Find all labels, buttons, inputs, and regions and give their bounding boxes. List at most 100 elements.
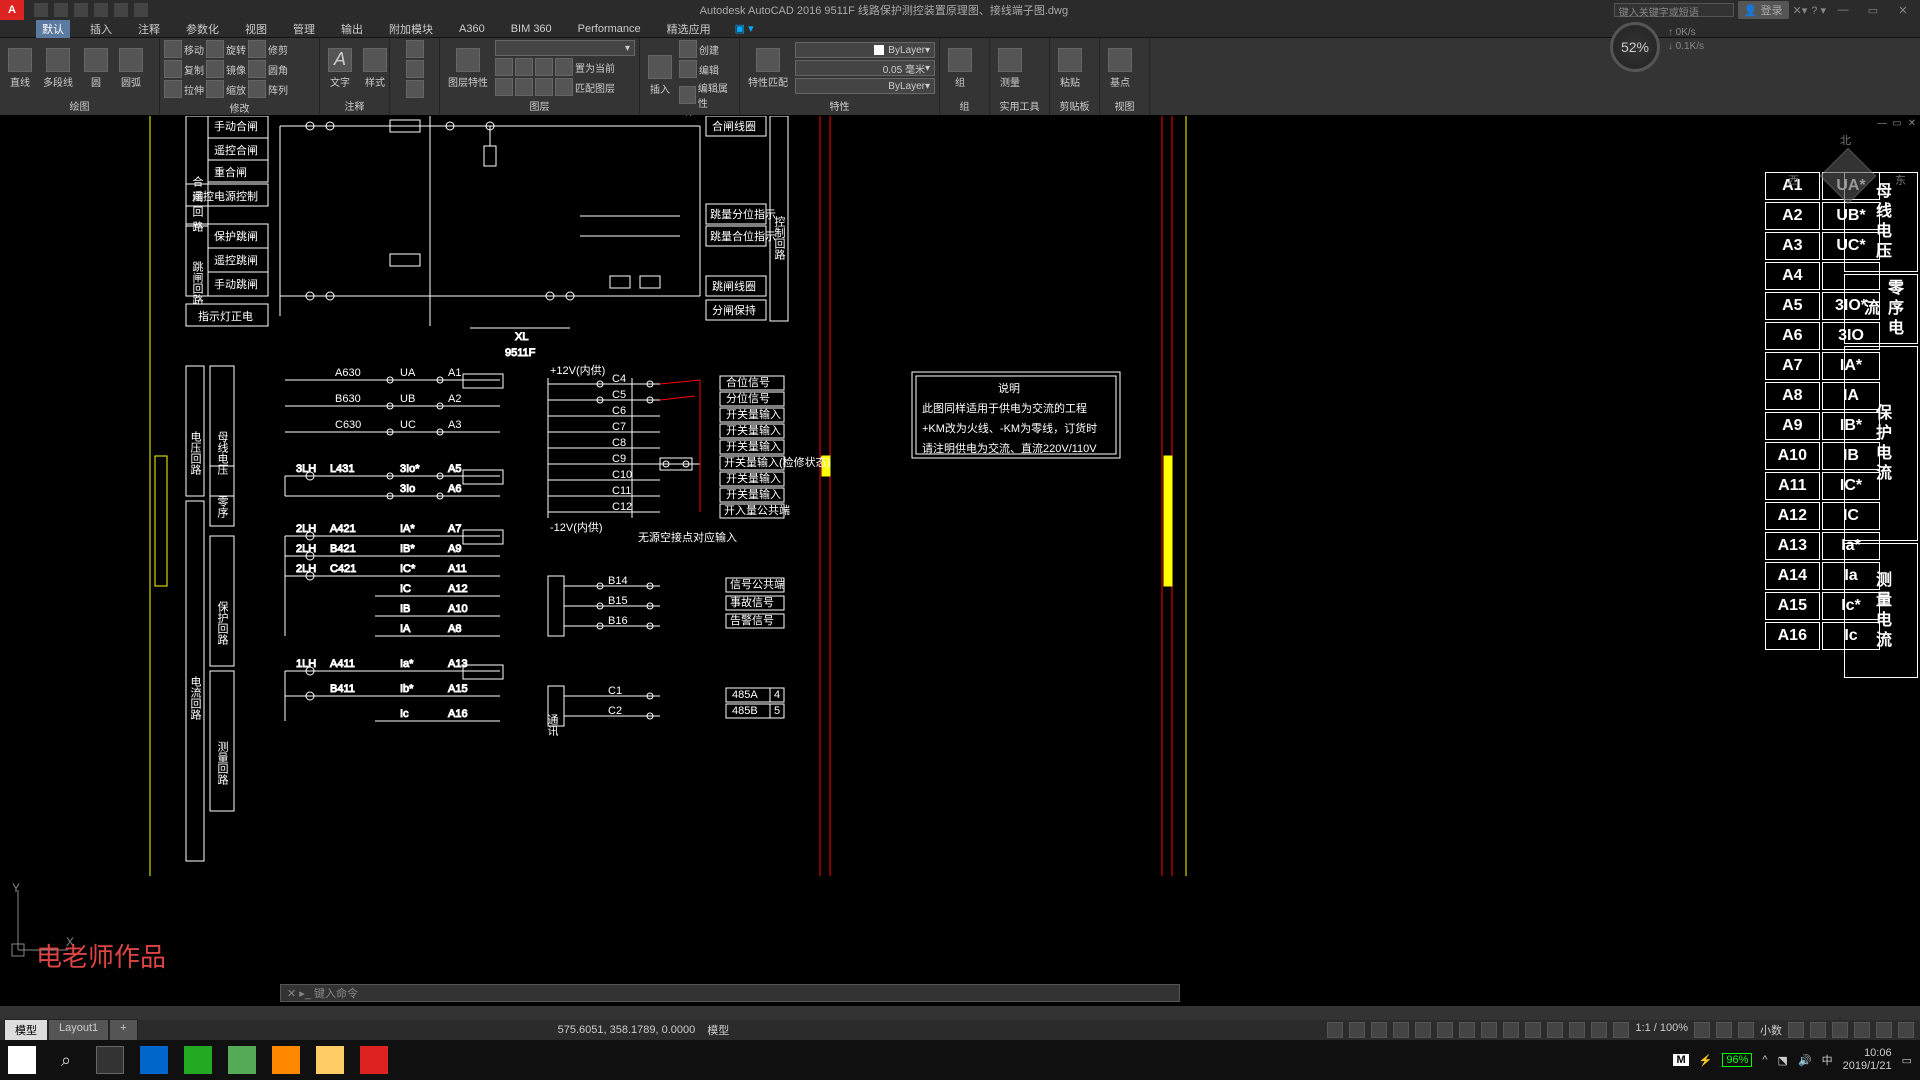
color-dropdown[interactable]: ByLayer ▾: [795, 42, 935, 58]
tab-manage[interactable]: 管理: [287, 20, 321, 38]
tab-model[interactable]: 模型: [4, 1019, 48, 1041]
tab-layout1[interactable]: Layout1: [48, 1019, 109, 1041]
lineweight-dropdown[interactable]: 0.05 毫米 ▾: [795, 60, 935, 76]
group-button[interactable]: 组: [944, 46, 976, 91]
linetype-dropdown[interactable]: ByLayer ▾: [795, 78, 935, 94]
linetype-dd[interactable]: [406, 40, 424, 58]
maximize-button[interactable]: ▭: [1860, 1, 1886, 19]
circle-button[interactable]: 圆: [80, 46, 112, 91]
tray-ime-icon[interactable]: 中: [1822, 1052, 1833, 1068]
tb-explorer[interactable]: [308, 1040, 352, 1080]
array-icon[interactable]: [248, 80, 266, 98]
tb-app2[interactable]: [220, 1040, 264, 1080]
tray-vol-icon[interactable]: 🔊: [1798, 1054, 1812, 1067]
tray-up-icon[interactable]: ^: [1762, 1054, 1767, 1066]
otrack-toggle-icon[interactable]: [1437, 1022, 1453, 1038]
arc-button[interactable]: 圆弧: [115, 46, 147, 91]
dim-dd[interactable]: [406, 60, 424, 78]
polyline-button[interactable]: 多段线: [39, 46, 77, 91]
gizmo-icon[interactable]: [1613, 1022, 1629, 1038]
tab-insert[interactable]: 插入: [84, 20, 118, 38]
lwt-toggle-icon[interactable]: [1459, 1022, 1475, 1038]
app-logo[interactable]: A: [0, 0, 24, 20]
tab-default[interactable]: 默认: [36, 20, 70, 38]
lock-ui-icon[interactable]: [1810, 1022, 1826, 1038]
copy-icon[interactable]: [164, 60, 182, 78]
tray-battery[interactable]: 96%: [1722, 1053, 1752, 1067]
table-dd[interactable]: [406, 80, 424, 98]
tray-power-icon[interactable]: ⚡: [1699, 1054, 1713, 1067]
quick-props-icon[interactable]: [1788, 1022, 1804, 1038]
ortho-toggle-icon[interactable]: [1371, 1022, 1387, 1038]
mirror-icon[interactable]: [206, 60, 224, 78]
close-button[interactable]: ✕: [1890, 1, 1916, 19]
qat-save-icon[interactable]: [74, 3, 88, 17]
insert-button[interactable]: 插入: [644, 53, 676, 98]
qprops-icon[interactable]: [1569, 1022, 1585, 1038]
trim-icon[interactable]: [248, 40, 266, 58]
osnap-toggle-icon[interactable]: [1415, 1022, 1431, 1038]
taskview-icon[interactable]: [88, 1040, 132, 1080]
tab-addins[interactable]: 附加模块: [383, 20, 439, 38]
clean-screen-icon[interactable]: [1876, 1022, 1892, 1038]
dyn-input-icon[interactable]: [1547, 1022, 1563, 1038]
tray-clock[interactable]: 10:062019/1/21: [1843, 1047, 1892, 1073]
workspace-icon[interactable]: [1716, 1022, 1732, 1038]
anno-scale[interactable]: 1:1 / 100%: [1635, 1022, 1688, 1038]
minimize-button[interactable]: —: [1830, 1, 1856, 19]
tab-view[interactable]: 视图: [239, 20, 273, 38]
qat-print-icon[interactable]: [134, 3, 148, 17]
tray-net-icon[interactable]: ⬔: [1778, 1054, 1788, 1067]
search-input[interactable]: 键入关键字或短语: [1614, 3, 1734, 17]
tb-app3[interactable]: [264, 1040, 308, 1080]
help-icon[interactable]: ? ▾: [1811, 4, 1826, 17]
isolate-icon[interactable]: [1832, 1022, 1848, 1038]
anno-monitor-icon[interactable]: [1738, 1022, 1754, 1038]
tab-extra-icon[interactable]: ▣ ▾: [735, 22, 754, 35]
line-button[interactable]: 直线: [4, 46, 36, 91]
matchprop-button[interactable]: 特性匹配: [744, 46, 792, 91]
move-icon[interactable]: [164, 40, 182, 58]
cycling-icon[interactable]: [1503, 1022, 1519, 1038]
start-button[interactable]: [0, 1040, 44, 1080]
qat-new-icon[interactable]: [34, 3, 48, 17]
stretch-icon[interactable]: [164, 80, 182, 98]
qat-open-icon[interactable]: [54, 3, 68, 17]
login-button[interactable]: 👤 登录: [1738, 1, 1789, 19]
basepoint-button[interactable]: 基点: [1104, 46, 1136, 91]
tab-featured[interactable]: 精选应用: [661, 20, 717, 38]
tab-bim360[interactable]: BIM 360: [505, 22, 558, 36]
drawing-canvas[interactable]: — ▭ ✕ 合闸回路 手动合闸 遥控合闸 重合闸 遥控电源控制 跳闸回路 保护跳…: [0, 116, 1920, 1020]
fillet-icon[interactable]: [248, 60, 266, 78]
tab-a360[interactable]: A360: [453, 22, 491, 36]
sel-filter-icon[interactable]: [1591, 1022, 1607, 1038]
3dosnap-icon[interactable]: [1525, 1022, 1541, 1038]
anno-vis-icon[interactable]: [1694, 1022, 1710, 1038]
transparency-icon[interactable]: [1481, 1022, 1497, 1038]
tb-app1[interactable]: [176, 1040, 220, 1080]
measure-button[interactable]: 测量: [994, 46, 1026, 91]
tb-edge[interactable]: [132, 1040, 176, 1080]
paste-button[interactable]: 粘贴: [1054, 46, 1086, 91]
scale-icon[interactable]: [206, 80, 224, 98]
style-button[interactable]: 样式: [359, 46, 391, 91]
search-icon[interactable]: ⌕: [44, 1040, 88, 1080]
polar-toggle-icon[interactable]: [1393, 1022, 1409, 1038]
qat-redo-icon[interactable]: [114, 3, 128, 17]
tb-autocad[interactable]: [352, 1040, 396, 1080]
hw-accel-icon[interactable]: [1854, 1022, 1870, 1038]
tab-annotate[interactable]: 注释: [132, 20, 166, 38]
rotate-icon[interactable]: [206, 40, 224, 58]
tab-output[interactable]: 输出: [335, 20, 369, 38]
exchange-icon[interactable]: ✕▾: [1793, 4, 1808, 17]
layer-dropdown[interactable]: ▾: [495, 40, 635, 56]
units-label[interactable]: 小数: [1760, 1022, 1782, 1038]
tray-notif-icon[interactable]: ▭: [1902, 1054, 1912, 1067]
view-cube[interactable]: 北 西 东: [1802, 136, 1892, 226]
text-button[interactable]: A文字: [324, 46, 356, 91]
qat-undo-icon[interactable]: [94, 3, 108, 17]
tab-performance[interactable]: Performance: [572, 22, 647, 36]
grid-toggle-icon[interactable]: [1327, 1022, 1343, 1038]
snap-toggle-icon[interactable]: [1349, 1022, 1365, 1038]
layer-prop-button[interactable]: 图层特性: [444, 46, 492, 91]
